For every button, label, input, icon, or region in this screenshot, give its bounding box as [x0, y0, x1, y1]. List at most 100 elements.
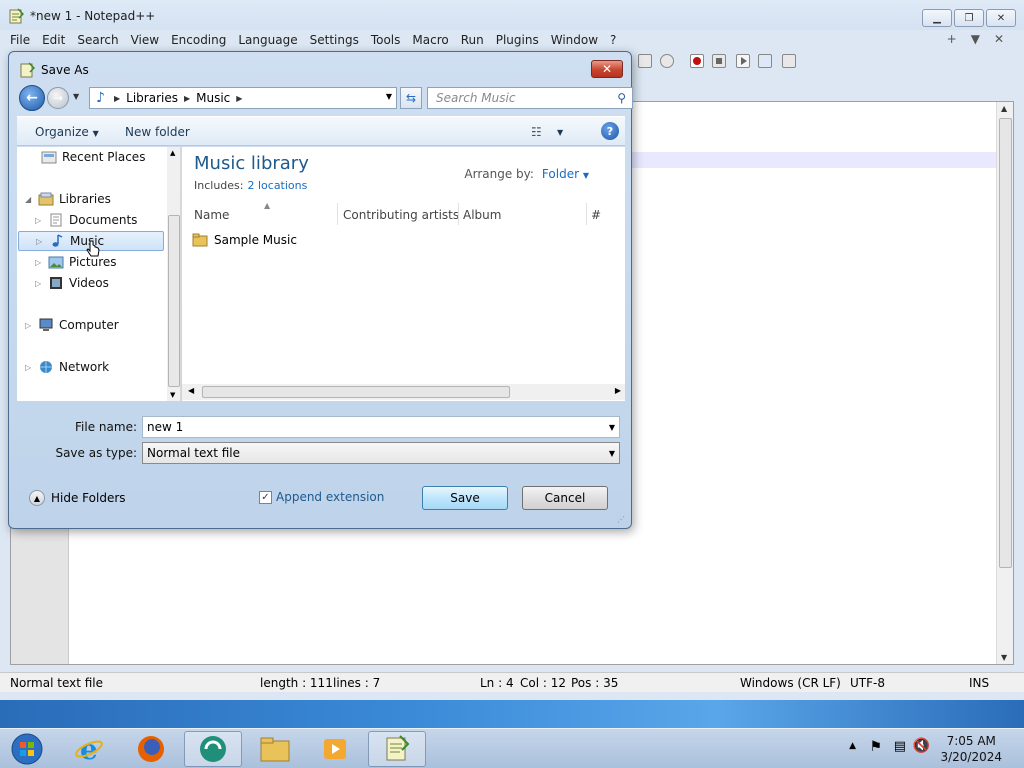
nav-pane-scrollbar[interactable]: ▲ ▼ [167, 147, 180, 401]
show-hidden-icons-icon[interactable]: ▲ [849, 741, 856, 751]
menu-file[interactable]: File [10, 33, 30, 47]
expanded-triangle-icon[interactable]: ◢ [25, 195, 33, 204]
scroll-right-icon[interactable]: ▶ [615, 386, 621, 395]
app-icon[interactable] [184, 731, 242, 767]
nav-item-libraries[interactable]: ◢ Libraries [25, 189, 111, 209]
column-name[interactable]: Name [194, 208, 229, 222]
menu-plugins[interactable]: Plugins [496, 33, 539, 47]
save-macro-icon[interactable] [782, 54, 796, 68]
search-input[interactable]: Search Music ⚲ [427, 87, 633, 109]
nav-item-recent-places[interactable]: Recent Places [41, 147, 145, 167]
network-tray-icon[interactable]: ▤ [894, 739, 906, 754]
append-extension-checkbox[interactable]: ✓ [259, 490, 272, 504]
menu-macro[interactable]: Macro [412, 33, 448, 47]
append-extension-option[interactable]: ✓ Append extension [259, 490, 384, 504]
scroll-up-icon[interactable]: ▲ [1001, 104, 1007, 113]
dialog-close-button[interactable]: ✕ [591, 60, 623, 78]
nav-item-computer[interactable]: ▷ Computer [25, 315, 119, 335]
cancel-button[interactable]: Cancel [522, 486, 608, 510]
nav-item-documents[interactable]: ▷ Documents [35, 210, 137, 230]
volume-muted-icon[interactable]: 🔇 [913, 738, 930, 754]
close-doc-icon[interactable]: ✕ [994, 32, 1004, 46]
action-center-flag-icon[interactable]: ⚑ [869, 739, 882, 755]
recent-locations-chevron-icon[interactable]: ▼ [73, 92, 79, 101]
locations-link[interactable]: 2 locations [247, 179, 307, 192]
save-as-type-select[interactable]: Normal text file ▼ [142, 442, 620, 464]
chevron-down-icon[interactable]: ▼ [609, 423, 615, 432]
menu-edit[interactable]: Edit [42, 33, 65, 47]
taskbar-clock[interactable]: 7:05 AM 3/20/2024 [940, 733, 1002, 765]
refresh-button[interactable]: ⇆ [400, 87, 422, 109]
address-bar[interactable]: ♪ ▶ Libraries ▶ Music ▶ ▼ [89, 87, 397, 109]
stop-macro-icon[interactable] [712, 54, 726, 68]
menu-window[interactable]: Window [551, 33, 598, 47]
menu-encoding[interactable]: Encoding [171, 33, 226, 47]
forward-button[interactable]: → [47, 87, 69, 109]
menu-search[interactable]: Search [77, 33, 118, 47]
menu-settings[interactable]: Settings [310, 33, 359, 47]
column-album[interactable]: Album [463, 208, 501, 222]
notepad-plus-plus-icon[interactable] [368, 731, 426, 767]
scroll-down-icon[interactable]: ▼ [1001, 653, 1007, 662]
list-item[interactable]: Sample Music [192, 233, 297, 247]
new-tab-icon[interactable]: + [947, 32, 957, 46]
breadcrumb-music[interactable]: Music [196, 91, 230, 105]
menu-view[interactable]: View [131, 33, 159, 47]
collapsed-triangle-icon[interactable]: ▷ [35, 216, 43, 225]
column-separator[interactable] [458, 203, 459, 225]
scroll-thumb[interactable] [202, 386, 510, 398]
organize-button[interactable]: Organize ▼ [35, 125, 99, 139]
collapsed-triangle-icon[interactable]: ▷ [25, 363, 33, 372]
restore-icon[interactable]: ❐ [954, 9, 984, 27]
hide-folders-button[interactable]: ▲ Hide Folders [29, 490, 126, 506]
scroll-down-icon[interactable]: ▼ [170, 391, 175, 399]
scroll-left-icon[interactable]: ◀ [188, 386, 194, 395]
minimize-icon[interactable]: ▁ [922, 9, 952, 27]
file-list-horizontal-scrollbar[interactable]: ◀ ▶ [182, 384, 625, 400]
file-name-field[interactable]: new 1 ▼ [142, 416, 620, 438]
address-dropdown-icon[interactable]: ▼ [386, 92, 392, 101]
save-button[interactable]: Save [422, 486, 508, 510]
menu-tools[interactable]: Tools [371, 33, 401, 47]
collapsed-triangle-icon[interactable]: ▷ [36, 237, 44, 246]
view-options-icon[interactable]: ☷ [531, 125, 542, 139]
arrange-value-button[interactable]: Folder ▼ [542, 167, 589, 181]
column-separator[interactable] [586, 203, 587, 225]
column-number[interactable]: # [591, 208, 601, 222]
start-orb-icon[interactable] [2, 731, 52, 767]
collapsed-triangle-icon[interactable]: ▷ [25, 321, 33, 330]
help-icon[interactable]: ? [601, 122, 619, 140]
play-macro-icon[interactable] [736, 54, 750, 68]
scroll-thumb[interactable] [999, 118, 1012, 568]
nav-item-network[interactable]: ▷ Network [25, 357, 109, 377]
menu-language[interactable]: Language [238, 33, 297, 47]
breadcrumb-separator-icon[interactable]: ▶ [236, 94, 242, 103]
nav-item-videos[interactable]: ▷ Videos [35, 273, 109, 293]
file-explorer-icon[interactable] [246, 731, 304, 767]
nav-item-pictures[interactable]: ▷ Pictures [35, 252, 117, 272]
column-contributing-artists[interactable]: Contributing artists [343, 208, 459, 222]
toolbar-icon[interactable] [660, 54, 674, 68]
media-player-icon[interactable] [306, 731, 364, 767]
back-button[interactable]: ← [19, 85, 45, 111]
search-icon[interactable]: ⚲ [617, 91, 626, 105]
editor-vertical-scrollbar[interactable]: ▲ ▼ [996, 102, 1013, 664]
run-macro-multiple-icon[interactable] [758, 54, 772, 68]
menu-help[interactable]: ? [610, 33, 616, 47]
new-folder-button[interactable]: New folder [125, 125, 190, 139]
scroll-up-icon[interactable]: ▲ [170, 149, 175, 157]
collapsed-triangle-icon[interactable]: ▷ [35, 258, 43, 267]
resize-grip-icon[interactable]: ⋰ [617, 515, 625, 524]
close-icon[interactable]: ✕ [986, 9, 1016, 27]
menu-run[interactable]: Run [461, 33, 484, 47]
column-separator[interactable] [337, 203, 338, 225]
toolbar-icon[interactable] [638, 54, 652, 68]
scroll-thumb[interactable] [168, 215, 180, 387]
breadcrumb-separator-icon[interactable]: ▶ [114, 94, 120, 103]
view-dropdown-icon[interactable]: ▼ [557, 128, 563, 137]
record-macro-icon[interactable] [690, 54, 704, 68]
firefox-icon[interactable] [122, 731, 180, 767]
breadcrumb-libraries[interactable]: Libraries [126, 91, 178, 105]
tab-list-icon[interactable]: ▼ [971, 32, 980, 46]
collapsed-triangle-icon[interactable]: ▷ [35, 279, 43, 288]
